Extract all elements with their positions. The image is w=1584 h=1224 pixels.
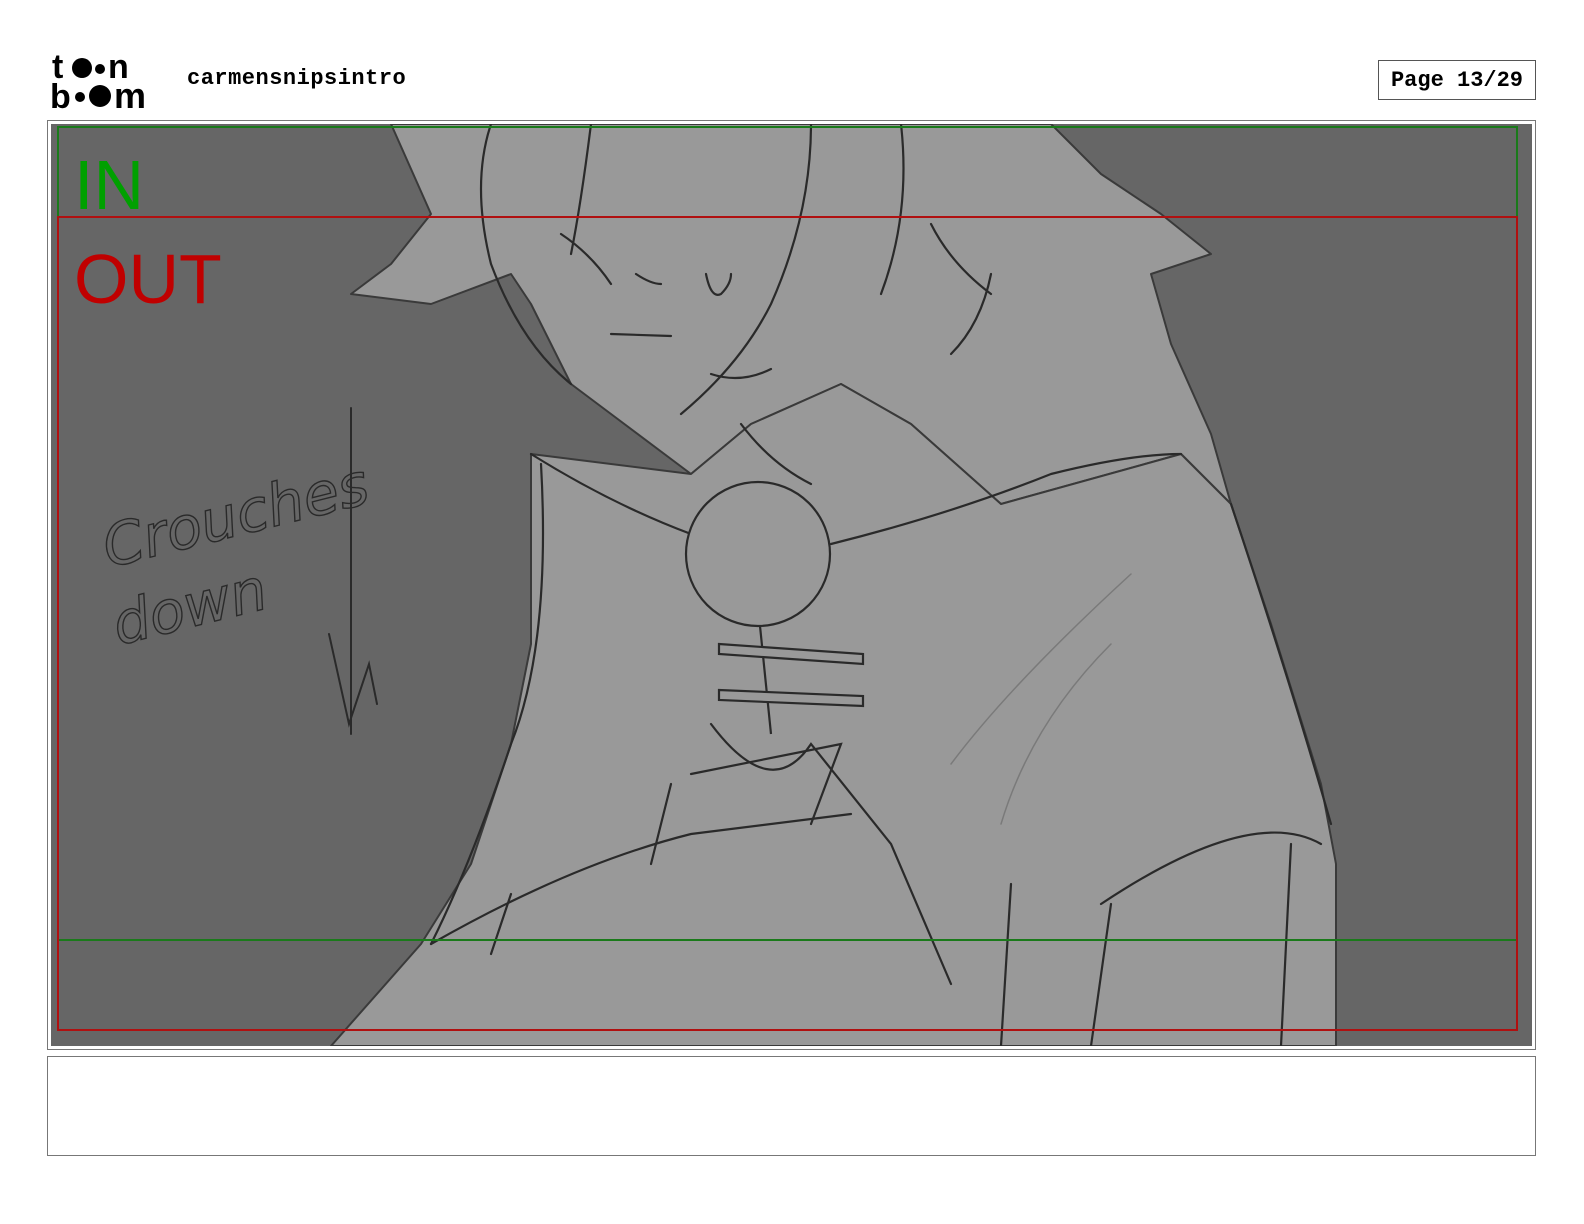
storyboard-panel: Crouches down: [51, 124, 1532, 1046]
out-label: OUT: [74, 240, 222, 318]
toon-boom-logo: t n b m: [50, 50, 146, 112]
in-label: IN: [74, 146, 144, 224]
svg-text:m: m: [114, 75, 146, 112]
svg-text:b: b: [50, 78, 71, 112]
page-number: Page 13/29: [1378, 60, 1536, 100]
project-title: carmensnipsintro: [187, 66, 407, 91]
caption-box: [47, 1056, 1536, 1156]
